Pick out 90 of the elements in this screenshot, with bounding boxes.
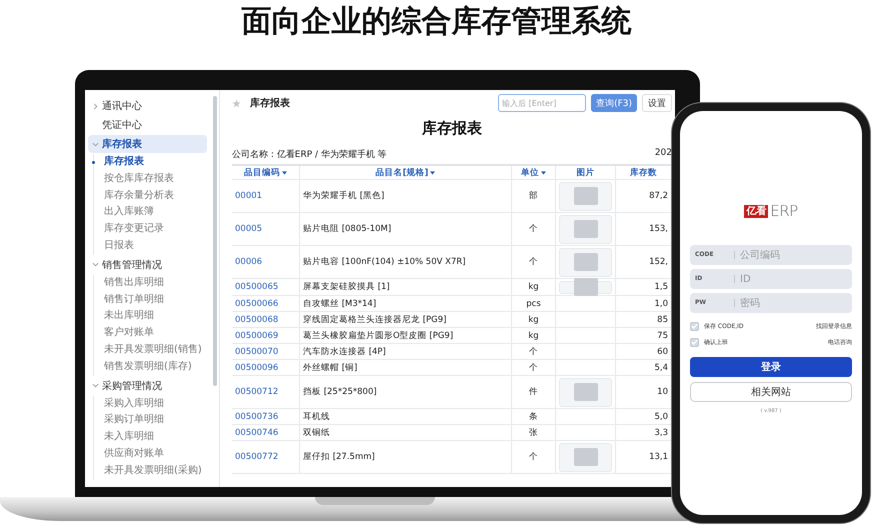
chevron-icon	[92, 382, 99, 390]
sidebar-item[interactable]: 采购订单明细	[94, 412, 211, 430]
chevron-icon	[92, 140, 99, 148]
sidebar-item[interactable]: 采购入库明细	[94, 396, 211, 412]
sidebar-item[interactable]: 出入库账簿	[94, 204, 211, 222]
sidebar-item[interactable]: 销售出库明细	[94, 274, 211, 292]
sort-caret-icon	[430, 170, 436, 174]
table-cell: kg	[512, 328, 556, 344]
item-code-link[interactable]: 00006	[232, 246, 300, 279]
item-code-link[interactable]: 00005	[232, 213, 300, 246]
table-cell: 屏幕支架硅胶摸具 [1]	[300, 279, 512, 296]
sidebar-item[interactable]: 日报表	[94, 238, 211, 255]
settings-button[interactable]: 设置	[642, 94, 672, 112]
sidebar-item[interactable]: 库存变更记录	[94, 221, 211, 238]
table-cell: 件	[512, 376, 556, 409]
sidebar-group[interactable]: 库存报表	[88, 135, 207, 153]
checkbox[interactable]	[690, 322, 699, 330]
table-cell: pcs	[512, 296, 556, 312]
table-cell: 屋仔扣 [27.5mm]	[300, 441, 512, 474]
table-cell: 外丝螺帽 [铜]	[300, 360, 512, 376]
login-button[interactable]: 登录	[690, 357, 852, 377]
item-code-link[interactable]: 00500070	[232, 344, 300, 360]
table-cell: 贴片电容 [100nF(104) ±10% 50V X7R]	[300, 246, 512, 279]
table-cell: 个	[512, 360, 556, 376]
item-code-link[interactable]: 00500772	[232, 441, 300, 474]
item-code-link[interactable]: 00500096	[232, 360, 300, 376]
item-code-link[interactable]: 00500712	[232, 376, 300, 409]
sidebar-item[interactable]: 按仓库库存报表	[94, 170, 211, 188]
sort-caret-icon	[541, 170, 546, 174]
sidebar-group[interactable]: 销售管理情况	[88, 256, 207, 274]
table-cell: kg	[512, 279, 556, 296]
text-input[interactable]: 公司编码	[735, 250, 847, 260]
related-sites-button[interactable]: 相关网站	[690, 382, 852, 402]
chevron-icon	[92, 261, 99, 268]
table-cell: kg	[512, 312, 556, 328]
table-cell: 自攻螺丝 [M3*14]	[300, 296, 512, 312]
table-cell: 个	[512, 344, 556, 360]
table-cell: 汽车防水连接器 [4P]	[300, 344, 512, 360]
item-code-link[interactable]: 00500065	[232, 279, 300, 296]
column-header[interactable]: 品目名[规格]	[300, 166, 512, 180]
sidebar-item[interactable]: 客户对账单	[94, 325, 211, 342]
item-code-link[interactable]: 00500069	[232, 328, 300, 344]
table-cell: 贴片电阻 [0805-10M]	[300, 213, 512, 246]
page-headline: 面向企业的综合库存管理系统	[240, 3, 632, 41]
item-code-link[interactable]: 00500068	[232, 312, 300, 328]
report-title: 库存报表	[420, 118, 483, 139]
item-code-link[interactable]: 00001	[232, 180, 300, 213]
table-cell: 耳机线	[300, 409, 512, 425]
table-cell: 华为荣耀手机 [黑色]	[300, 180, 512, 213]
logo-text: ERP	[770, 202, 798, 220]
sidebar-item[interactable]: 未入库明细	[94, 429, 211, 446]
sidebar-item[interactable]: 库存报表	[94, 154, 211, 171]
column-header[interactable]: 单位	[512, 166, 556, 180]
star-icon[interactable]	[232, 98, 241, 108]
report-date: 202	[654, 148, 672, 160]
text-input[interactable]: ID	[735, 274, 847, 284]
sidebar-item[interactable]: 未出库明细	[94, 308, 211, 326]
search-field[interactable]: 输入后 [Enter]	[498, 94, 586, 112]
query-button[interactable]: 查询(F3)	[591, 94, 637, 112]
table-cell: 个	[512, 441, 556, 474]
logo-mark: 亿看	[744, 204, 768, 218]
item-code-link[interactable]: 00500066	[232, 296, 300, 312]
sidebar-group[interactable]: 采购管理情况	[88, 376, 207, 395]
table-cell: 条	[512, 409, 556, 425]
column-header[interactable]: 图片	[556, 166, 616, 180]
sidebar-item[interactable]: 库存余量分析表	[94, 188, 211, 204]
company-name: 公司名称 : 亿看ERP / 华为荣耀手机 等	[232, 148, 387, 162]
checkbox[interactable]	[690, 338, 699, 346]
table-cell: 葛兰头橡胶扁垫片圆形O型皮圈 [PG9]	[300, 328, 512, 344]
sidebar-group[interactable]: 通讯中心	[88, 97, 207, 115]
table-cell: 双铜纸	[300, 425, 512, 441]
item-code-link[interactable]: 00500746	[232, 425, 300, 441]
sidebar-item[interactable]: 未开具发票明细(采购)	[94, 462, 211, 480]
table-cell: 个	[512, 213, 556, 246]
table-cell: 穿线固定葛格兰头连接器尼龙 [PG9]	[300, 312, 512, 328]
chevron-icon	[92, 102, 99, 110]
scrollbar[interactable]	[213, 96, 217, 386]
page-title: 库存报表	[250, 96, 291, 110]
table-cell: 个	[512, 246, 556, 279]
sidebar-item[interactable]: 销售订单明细	[94, 292, 211, 308]
sidebar-item[interactable]: 销售发票明细(库存)	[94, 358, 211, 376]
table-cell: 部	[512, 180, 556, 213]
sidebar-item[interactable]: 供应商对账单	[94, 446, 211, 463]
sidebar-item[interactable]: 未开具发票明细(销售)	[94, 342, 211, 359]
column-header[interactable]: 品目编码	[232, 166, 300, 180]
sort-caret-icon	[282, 170, 287, 174]
sidebar-group[interactable]: 凭证中心	[88, 116, 207, 134]
table-cell: 挡板 [25*25*800]	[300, 376, 512, 409]
table-cell: 张	[512, 425, 556, 441]
item-code-link[interactable]: 00500736	[232, 409, 300, 425]
